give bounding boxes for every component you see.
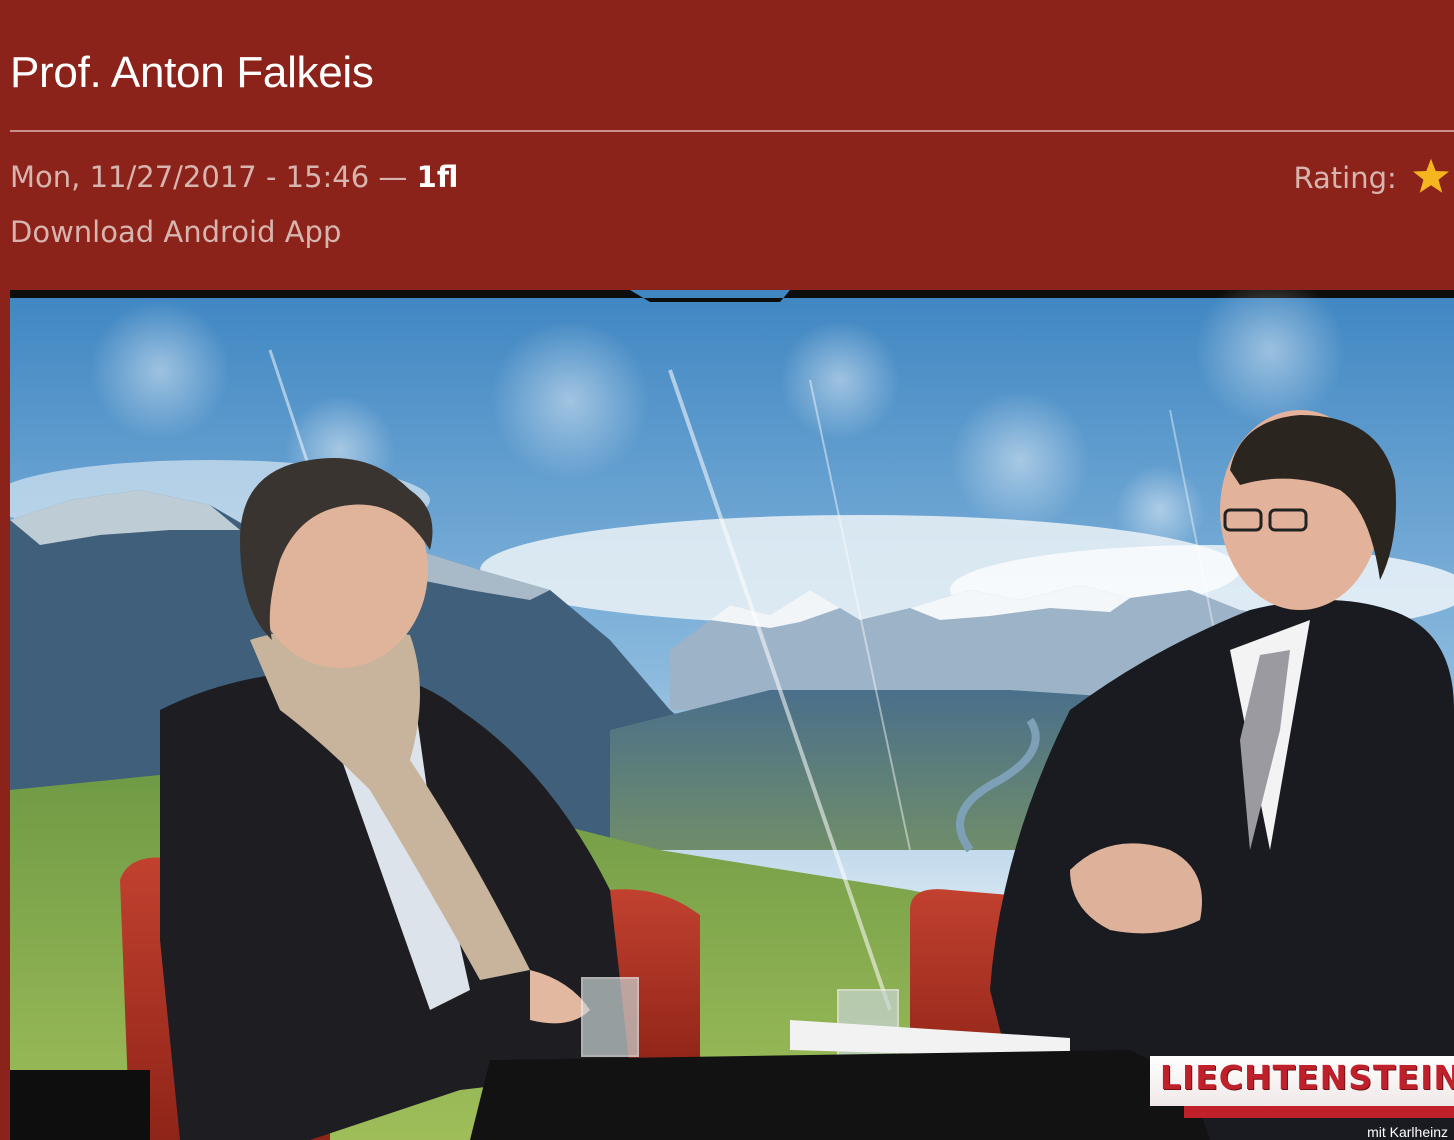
title-divider: [10, 130, 1454, 132]
rating-label: Rating:: [1293, 161, 1397, 195]
post-meta: Mon, 11/27/2017 - 15:46 — 1fl: [10, 160, 458, 194]
meta-separator: —: [369, 160, 417, 194]
page: Prof. Anton Falkeis Mon, 11/27/2017 - 15…: [0, 0, 1454, 1140]
page-title: Prof. Anton Falkeis: [10, 48, 374, 97]
post-author[interactable]: 1fl: [417, 160, 459, 194]
download-android-app-link[interactable]: Download Android App: [10, 215, 341, 249]
channel-logo: LIECHTENSTEIN: [1149, 1056, 1454, 1106]
video-player[interactable]: LIECHTENSTEIN mit Karlheinz: [10, 290, 1454, 1140]
post-date: Mon, 11/27/2017 - 15:46: [10, 160, 370, 194]
rating: Rating:: [1294, 158, 1451, 201]
star-icon[interactable]: [1412, 158, 1450, 201]
channel-logo-strip: [1184, 1106, 1454, 1118]
video-frame: [10, 290, 1454, 1140]
channel-logo-subtitle: mit Karlheinz: [1367, 1124, 1448, 1140]
